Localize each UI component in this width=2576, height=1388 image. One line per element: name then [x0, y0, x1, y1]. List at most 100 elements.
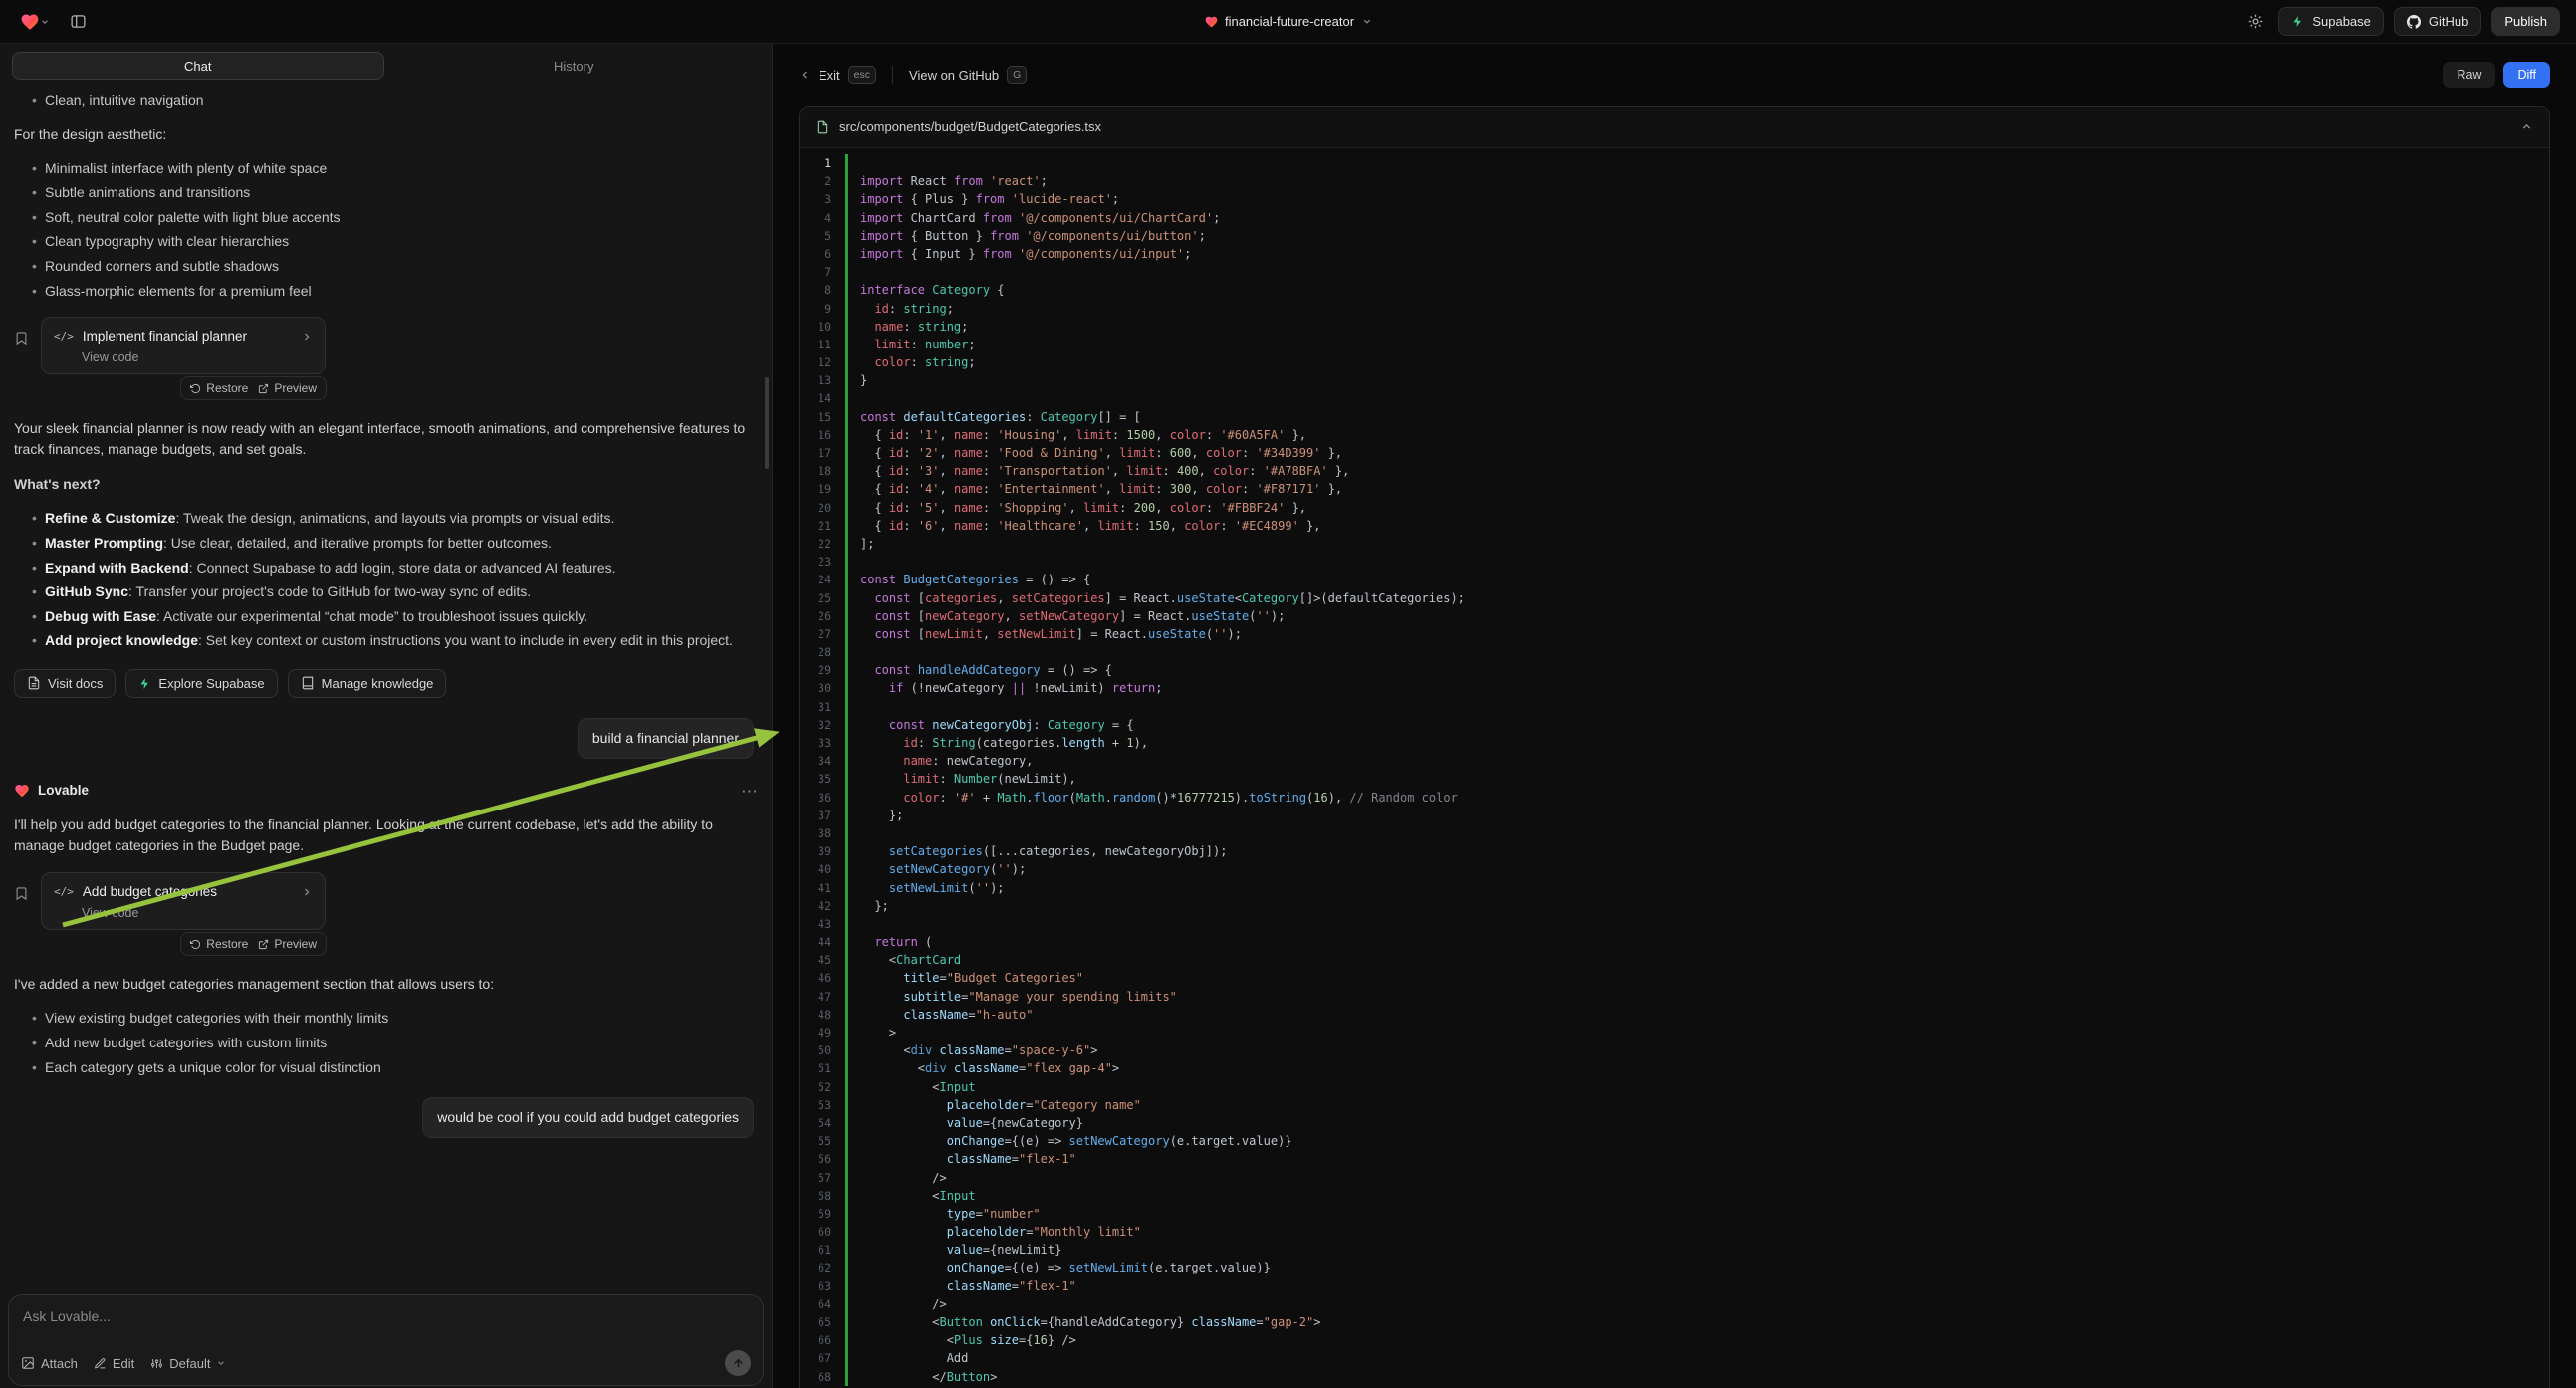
edit-card-implement-financial-planner[interactable]: </> Implement financial planner View cod…	[41, 317, 326, 374]
next-step-item: Expand with Backend: Connect Supabase to…	[32, 559, 758, 578]
code-line: 29 const handleAddCategory = () => {	[800, 661, 2549, 679]
code-line: 6import { Input } from '@/components/ui/…	[800, 245, 2549, 263]
preview-button[interactable]: Preview	[258, 937, 317, 951]
code-line: 50 <div className="space-y-6">	[800, 1041, 2549, 1059]
feature-list-top: Clean, intuitive navigation	[14, 91, 758, 111]
preview-label: Preview	[274, 937, 317, 951]
explore-supabase-label: Explore Supabase	[158, 676, 264, 691]
bookmark-button[interactable]	[14, 886, 29, 904]
view-code-link[interactable]: View code	[82, 350, 138, 364]
chevron-up-icon	[2520, 120, 2533, 133]
list-item: Subtle animations and transitions	[32, 183, 758, 203]
toggle-sidebar-button[interactable]	[66, 9, 91, 34]
code-line: 30 if (!newCategory || !newLimit) return…	[800, 679, 2549, 697]
edit-button[interactable]: Edit	[94, 1356, 134, 1371]
pencil-icon	[94, 1357, 107, 1370]
code-editor[interactable]: 12import React from 'react';3import { Pl…	[800, 148, 2549, 1388]
send-button[interactable]	[725, 1350, 751, 1376]
code-line: 11 limit: number;	[800, 336, 2549, 353]
restore-button[interactable]: Restore	[190, 937, 248, 951]
list-item: View existing budget categories with the…	[32, 1009, 758, 1029]
restore-icon	[190, 383, 201, 394]
lovable-logo-button[interactable]	[16, 8, 54, 36]
attach-button[interactable]: Attach	[21, 1356, 78, 1371]
code-line: 61 value={newLimit}	[800, 1241, 2549, 1259]
next-step-item: Refine & Customize: Tweak the design, an…	[32, 509, 758, 529]
code-line: 48 className="h-auto"	[800, 1006, 2549, 1024]
bookmark-icon	[14, 886, 29, 901]
edit-card-add-budget-categories[interactable]: </> Add budget categories View code Rest…	[41, 872, 326, 930]
explore-supabase-button[interactable]: Explore Supabase	[125, 669, 277, 698]
code-line: 59 type="number"	[800, 1205, 2549, 1223]
bookmark-button[interactable]	[14, 331, 29, 348]
tab-chat[interactable]: Chat	[12, 52, 384, 80]
next-step-item: Master Prompting: Use clear, detailed, a…	[32, 534, 758, 554]
code-line: 26 const [newCategory, setNewCategory] =…	[800, 607, 2549, 625]
card-toolbar: Restore Preview	[180, 376, 327, 400]
manage-knowledge-button[interactable]: Manage knowledge	[288, 669, 447, 698]
code-line: 67 Add	[800, 1349, 2549, 1367]
code-line: 32 const newCategoryObj: Category = {	[800, 716, 2549, 734]
code-line: 55 onChange={(e) => setNewCategory(e.tar…	[800, 1132, 2549, 1150]
view-code-link[interactable]: View code	[82, 906, 138, 920]
topbar: financial-future-creator Supabase GitHub…	[0, 0, 2576, 44]
bookmark-icon	[14, 331, 29, 346]
code-line: 20 { id: '5', name: 'Shopping', limit: 2…	[800, 499, 2549, 517]
code-line: 58 <Input	[800, 1187, 2549, 1205]
settings-button[interactable]	[2243, 9, 2268, 34]
next-step-item: Add project knowledge: Set key context o…	[32, 631, 758, 651]
collapse-file-button[interactable]	[2520, 120, 2533, 133]
publish-button[interactable]: Publish	[2491, 7, 2560, 36]
code-line: 14	[800, 389, 2549, 407]
chevron-down-icon	[40, 17, 50, 27]
code-line: 3import { Plus } from 'lucide-react';	[800, 190, 2549, 208]
code-line: 12 color: string;	[800, 353, 2549, 371]
mode-selector[interactable]: Default	[150, 1356, 226, 1371]
preview-button[interactable]: Preview	[258, 381, 317, 395]
tab-history[interactable]: History	[388, 52, 761, 80]
visit-docs-button[interactable]: Visit docs	[14, 669, 116, 698]
code-line: 35 limit: Number(newLimit),	[800, 770, 2549, 788]
code-line: 41 setNewLimit('');	[800, 879, 2549, 897]
sliders-icon	[150, 1357, 163, 1370]
code-line: 64 />	[800, 1295, 2549, 1313]
supabase-button[interactable]: Supabase	[2278, 7, 2384, 36]
code-line: 39 setCategories([...categories, newCate…	[800, 842, 2549, 860]
project-selector[interactable]: financial-future-creator	[1200, 10, 1376, 33]
file-card: src/components/budget/BudgetCategories.t…	[799, 106, 2550, 1388]
message-more-button[interactable]: ⋯	[741, 783, 758, 800]
list-item: Clean, intuitive navigation	[32, 91, 758, 111]
edit-card-row-implement: </> Implement financial planner View cod…	[14, 317, 758, 374]
preview-label: Preview	[274, 381, 317, 395]
code-line: 27 const [newLimit, setNewLimit] = React…	[800, 625, 2549, 643]
code-line: 68 </Button>	[800, 1368, 2549, 1386]
code-line: 21 { id: '6', name: 'Healthcare', limit:…	[800, 517, 2549, 535]
list-item: Minimalist interface with plenty of whit…	[32, 159, 758, 179]
file-header[interactable]: src/components/budget/BudgetCategories.t…	[800, 107, 2549, 148]
assistant-header: Lovable ⋯	[14, 781, 758, 801]
user-message-bubble: build a financial planner	[578, 718, 754, 759]
project-heart-icon	[1204, 15, 1218, 29]
code-line: 15const defaultCategories: Category[] = …	[800, 408, 2549, 426]
code-line: 49 >	[800, 1024, 2549, 1041]
chat-messages[interactable]: Clean, intuitive navigation For the desi…	[0, 88, 772, 1284]
list-item: Each category gets a unique color for vi…	[32, 1058, 758, 1078]
next-step-item: GitHub Sync: Transfer your project's cod…	[32, 582, 758, 602]
github-button[interactable]: GitHub	[2394, 7, 2481, 36]
exit-button[interactable]: Exit esc	[799, 66, 876, 84]
list-item: Add new budget categories with custom li…	[32, 1034, 758, 1053]
lovable-heart-icon	[14, 783, 30, 799]
list-item: Soft, neutral color palette with light b…	[32, 208, 758, 228]
code-line: 60 placeholder="Monthly limit"	[800, 1223, 2549, 1241]
diff-toggle-button[interactable]: Diff	[2503, 62, 2550, 88]
whats-next-heading: What's next?	[14, 474, 758, 495]
restore-button[interactable]: Restore	[190, 381, 248, 395]
code-line: 44 return (	[800, 933, 2549, 951]
chat-input[interactable]	[23, 1308, 749, 1324]
raw-toggle-button[interactable]: Raw	[2443, 62, 2495, 88]
view-on-github-button[interactable]: View on GitHub G	[909, 66, 1027, 84]
code-line: 42 };	[800, 897, 2549, 915]
external-link-icon	[258, 383, 269, 394]
panel-toggle-icon	[70, 13, 87, 30]
chat-scrollbar[interactable]	[765, 377, 769, 469]
